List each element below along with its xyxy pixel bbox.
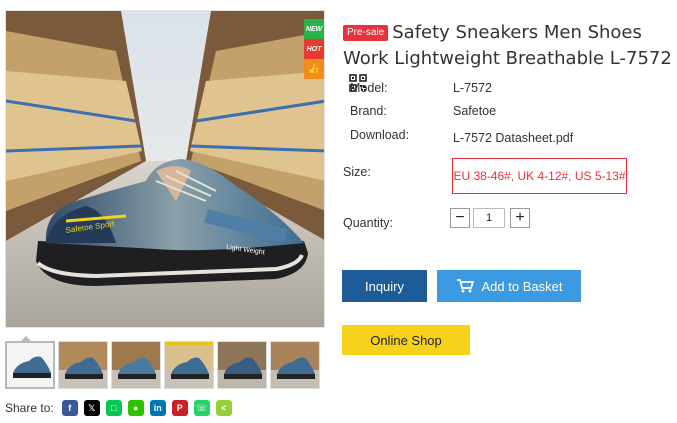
brand-label: Brand: (350, 104, 387, 118)
thumbnail-3[interactable] (111, 341, 161, 389)
x-icon[interactable]: 𝕏 (83, 400, 100, 416)
online-shop-label: Online Shop (370, 332, 442, 348)
thumbnail-strip (5, 341, 320, 389)
wechat-icon[interactable]: ● (127, 400, 144, 416)
new-badge: NEW (304, 19, 324, 39)
quantity-input[interactable] (473, 208, 505, 228)
shoe-photo: Safetoe Sport Light Weight (6, 11, 324, 327)
thumbnail-6[interactable] (270, 341, 320, 389)
datasheet-link[interactable]: L-7572 Datasheet.pdf (453, 131, 573, 145)
quantity-label: Quantity: (343, 216, 394, 230)
presale-tag: Pre-sale (343, 25, 389, 41)
share-label: Share to: (5, 401, 54, 415)
quantity-increase-button[interactable]: + (510, 208, 530, 228)
thumbnail-4[interactable] (164, 341, 214, 389)
line-icon[interactable]: □ (105, 400, 122, 416)
thumbnail-5[interactable] (217, 341, 267, 389)
quantity-decrease-button[interactable]: − (450, 208, 470, 228)
whatsapp-icon[interactable]: ☏ (193, 400, 210, 416)
size-option[interactable]: EU 38-46#, UK 4-12#, US 5-13# (452, 158, 627, 194)
download-label: Download: (350, 128, 410, 142)
thumbnail-2[interactable] (58, 341, 108, 389)
badge-column: NEW HOT 👍 (304, 19, 324, 79)
brand-value: Safetoe (453, 104, 497, 118)
thumbs-up-icon: 👍 (304, 59, 324, 79)
thumbnail-1[interactable] (5, 341, 55, 389)
size-label: Size: (343, 165, 371, 179)
facebook-icon[interactable]: f (61, 400, 78, 416)
inquiry-button[interactable]: Inquiry (342, 270, 427, 302)
add-to-basket-button[interactable]: Add to Basket (437, 270, 581, 302)
sharethis-icon[interactable]: < (215, 400, 232, 416)
product-title: Safety Sneakers Men Shoes Work Lightweig… (343, 22, 672, 69)
online-shop-button[interactable]: Online Shop (342, 325, 470, 355)
share-bar: Share to: f 𝕏 □ ● in P ☏ < (5, 400, 232, 416)
model-label: Model: (350, 81, 388, 95)
cart-icon (456, 279, 474, 293)
inquiry-button-label: Inquiry (364, 278, 405, 294)
add-to-basket-label: Add to Basket (481, 278, 563, 294)
product-title-block: Pre-sale Safety Sneakers Men Shoes Work L… (343, 20, 673, 98)
model-value: L-7572 (453, 81, 492, 95)
hot-badge: HOT (304, 39, 324, 59)
main-product-image[interactable]: Safetoe Sport Light Weight NEW HOT 👍 (5, 10, 325, 328)
linkedin-icon[interactable]: in (149, 400, 166, 416)
pinterest-icon[interactable]: P (171, 400, 188, 416)
